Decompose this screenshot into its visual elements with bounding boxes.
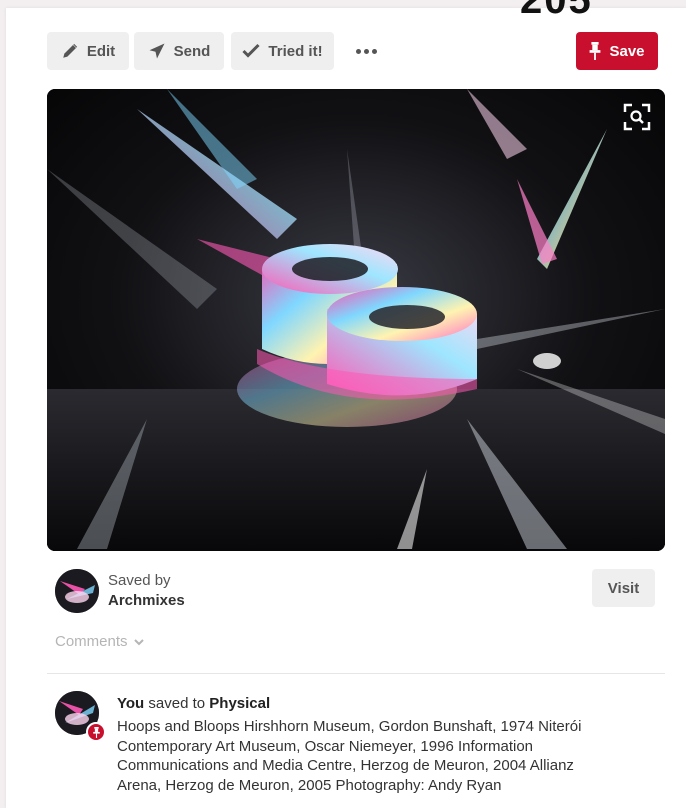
send-label: Send (173, 42, 211, 60)
edit-label: Edit (86, 42, 116, 60)
activity-actor: You (117, 695, 145, 712)
pushpin-icon (92, 726, 100, 738)
saved-by-username[interactable]: Archmixes (108, 592, 185, 609)
send-button[interactable]: Send (134, 32, 224, 70)
comments-toggle[interactable]: Comments (55, 633, 144, 650)
pin-description: Hoops and Bloops Hirshhorn Museum, Gordo… (117, 718, 582, 794)
pencil-icon (63, 43, 77, 58)
activity-summary: You saved to Physical (117, 695, 270, 712)
pin-closeup-card: Edit Send Tried it! Save Saved by Archmi… (6, 8, 686, 808)
chevron-down-icon (133, 638, 144, 645)
comments-label: Comments (55, 633, 128, 650)
corner-number: 205 (520, 0, 593, 22)
tried-it-button[interactable]: Tried it! (231, 32, 334, 70)
activity-verb: saved to (148, 695, 206, 712)
checkmark-icon (242, 43, 260, 58)
pin-image-artwork (47, 89, 665, 551)
pin-toolbar: Edit Send Tried it! Save (47, 32, 658, 71)
saved-by-row: Saved by Archmixes Visit (55, 569, 655, 615)
save-button[interactable]: Save (576, 32, 658, 70)
more-horizontal-icon (355, 48, 361, 54)
saved-by-label: Saved by (108, 572, 171, 589)
more-options-button[interactable] (347, 32, 385, 70)
tried-it-label: Tried it! (268, 42, 323, 60)
visit-button[interactable]: Visit (592, 569, 655, 607)
visual-search-icon[interactable] (623, 103, 651, 131)
pin-badge (86, 722, 106, 742)
avatar[interactable] (55, 569, 99, 613)
send-arrow-icon (149, 43, 165, 59)
pushpin-icon (590, 42, 601, 60)
edit-button[interactable]: Edit (47, 32, 129, 70)
save-label: Save (609, 42, 645, 60)
board-link[interactable]: Physical (209, 695, 270, 712)
divider (47, 673, 665, 674)
pin-image[interactable] (47, 89, 665, 551)
